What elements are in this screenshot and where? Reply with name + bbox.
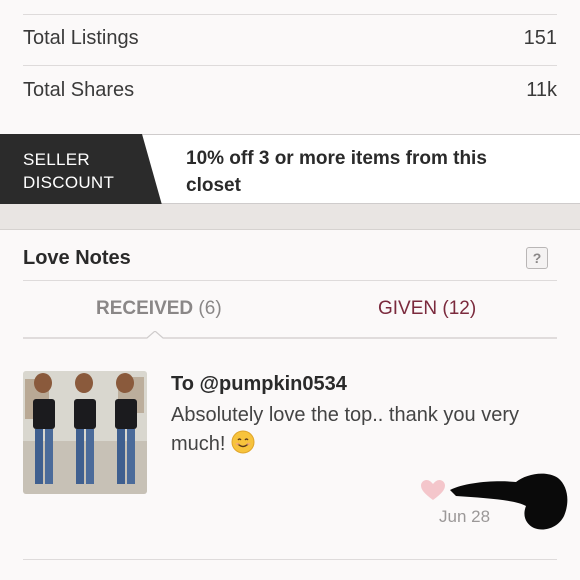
divider [23, 14, 557, 15]
tab-received-label: RECEIVED [96, 298, 194, 319]
note-message-text: Absolutely love the top.. thank you very… [171, 404, 519, 455]
love-notes-title: Love Notes [23, 247, 131, 269]
heart-icon[interactable] [421, 480, 445, 501]
stat-value: 151 [523, 27, 557, 49]
stat-value: 11k [526, 79, 557, 101]
note-recipient[interactable]: To @pumpkin0534 [171, 373, 347, 396]
divider [23, 280, 557, 281]
stat-label: Total Shares [23, 79, 135, 101]
divider [23, 559, 557, 560]
note-message: Absolutely love the top.. thank you very… [171, 401, 561, 459]
tab-indicator [23, 331, 557, 339]
divider [23, 65, 557, 66]
seller-discount-banner[interactable]: SELLER DISCOUNT 10% off 3 or more items … [0, 134, 580, 205]
tab-received-count: (6) [198, 298, 222, 319]
stat-row-listings: Total Listings 151 [23, 27, 557, 50]
discount-description: 10% off 3 or more items from this closet [186, 148, 487, 196]
tab-received[interactable]: RECEIVED (6) [96, 298, 222, 320]
stat-label: Total Listings [23, 27, 139, 49]
help-button[interactable]: ? [526, 247, 548, 269]
smiley-emoji-icon [231, 430, 255, 454]
product-photo [23, 371, 147, 494]
closet-stats: Total Listings 151 Total Shares 11k [0, 0, 580, 134]
note-date: Jun 28 [439, 507, 491, 526]
note-thumbnail[interactable] [23, 371, 147, 494]
tab-given[interactable]: GIVEN (12) [378, 298, 476, 320]
section-separator [0, 204, 580, 230]
stat-row-shares: Total Shares 11k [23, 79, 557, 102]
seller-discount-tag: SELLER DISCOUNT [0, 134, 162, 205]
tag-line-1: SELLER [23, 150, 91, 169]
tag-line-2: DISCOUNT [23, 173, 115, 192]
